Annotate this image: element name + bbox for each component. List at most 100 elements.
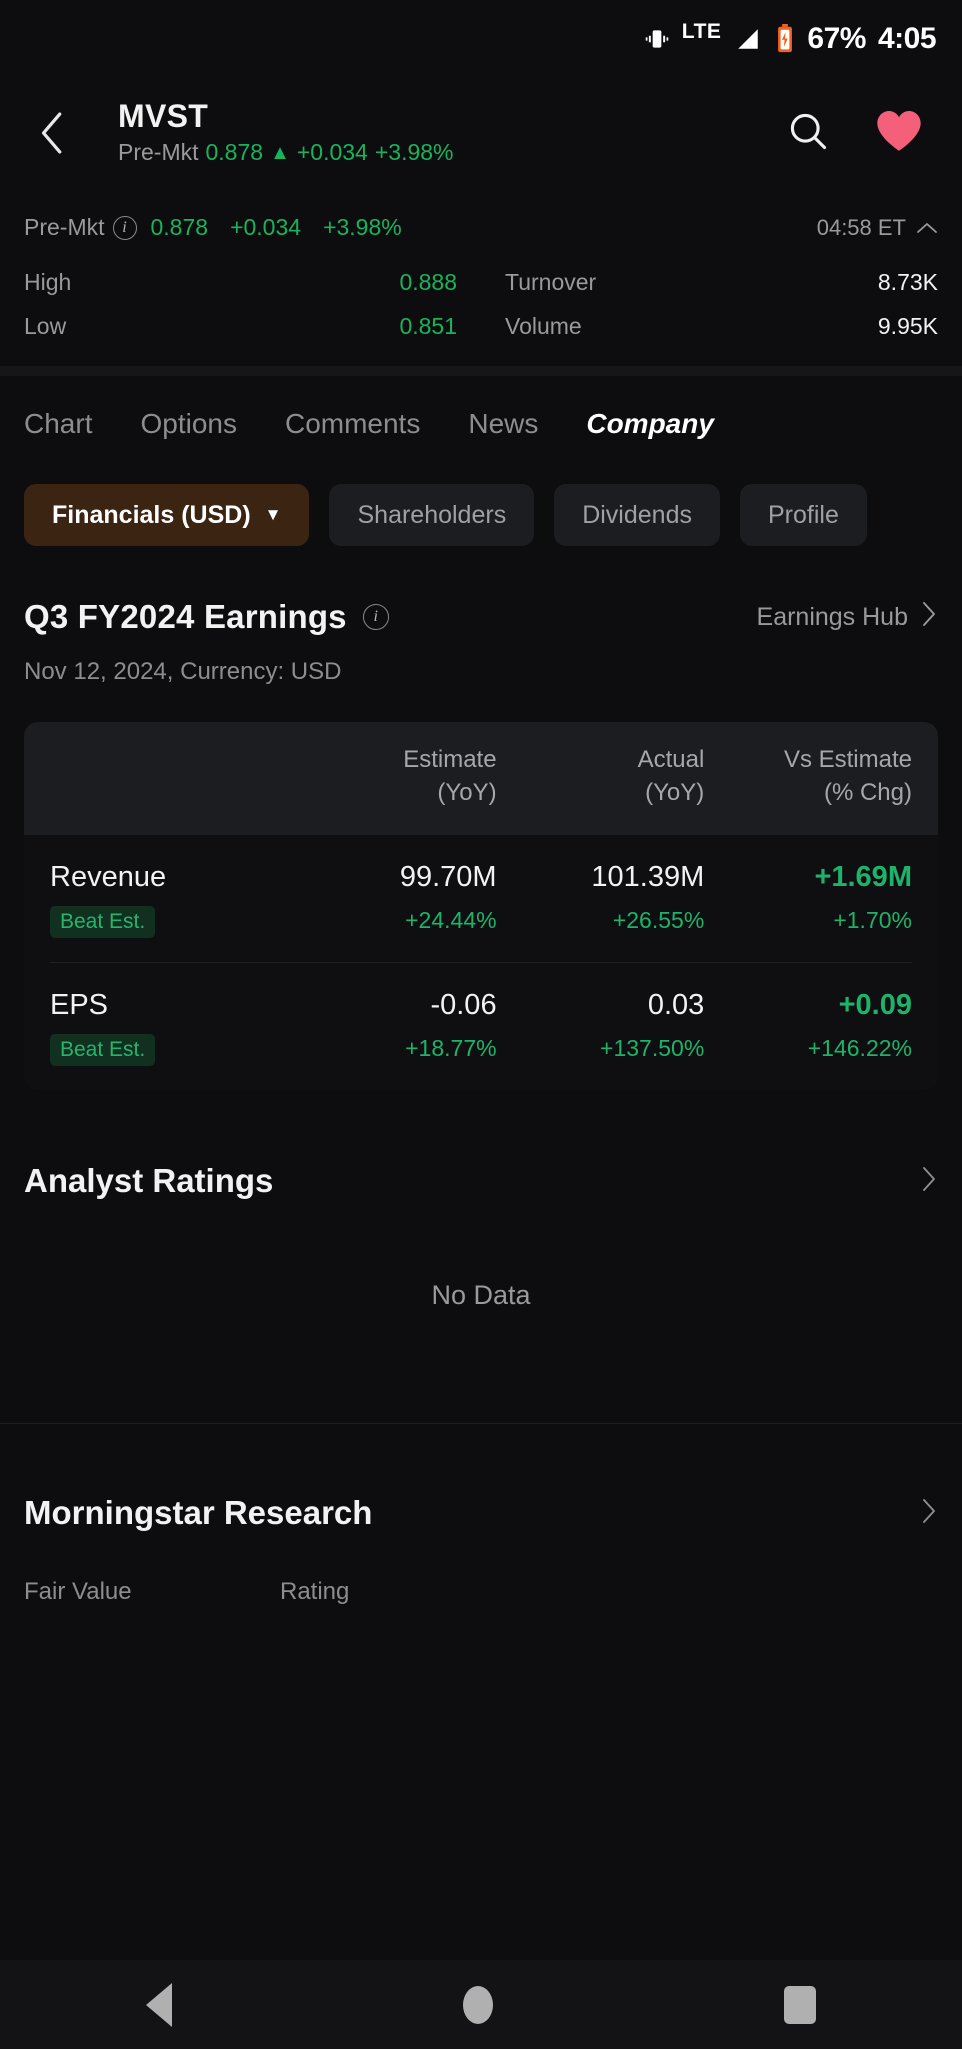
square-recents-icon[interactable] [784,1985,817,2024]
quote-detail-panel: Pre-Mkt i 0.878 +0.034 +3.98% 04:58 ET H… [0,188,962,366]
morningstar-section: Morningstar Research Fair Value Rating [0,1494,962,1606]
analyst-ratings-header[interactable]: Analyst Ratings [0,1162,962,1200]
header-price: 0.878 [205,138,264,165]
table-row-main: Revenue 99.70M 101.39M +1.69M [50,861,912,894]
col-vs-estimate: Vs Estimate (% Chg) [704,744,912,809]
stat-row: High 0.888 Turnover 8.73K [24,261,938,305]
tab-chart[interactable]: Chart [24,408,92,454]
analyst-ratings-title: Analyst Ratings [24,1162,274,1200]
info-icon[interactable]: i [362,604,389,631]
up-arrow-icon: ▲ [270,141,290,164]
info-icon[interactable]: i [112,215,137,240]
earnings-header: Q3 FY2024 Earnings i Earnings Hub [24,598,938,636]
tab-comments[interactable]: Comments [285,408,420,454]
section-divider [0,1423,962,1425]
app-header: MVST Pre-Mkt 0.878 ▲ +0.034 +3.98% [0,78,962,188]
chevron-right-icon [920,600,938,635]
battery-percent-label: 67% [807,22,866,55]
quote-timestamp: 04:58 ET [816,214,906,240]
row-vs-estimate-value: +1.69M [814,861,912,894]
app-screen: LTE 67% 4:05 MVST Pre-Mkt 0.878 ▲ +0.034… [0,0,962,2049]
chevron-up-icon[interactable] [916,215,938,241]
row-actual-value: 0.03 [647,989,705,1022]
earnings-date-line: Nov 12, 2024, Currency: USD [24,658,342,686]
col-actual-line2: (YoY) [645,778,705,806]
row-vs-estimate-pct: +146.22% [807,1035,912,1062]
col-estimate-line2: (YoY) [437,778,497,806]
stat-low: Low 0.851 [24,305,481,349]
col-vs-estimate-line2: (% Chg) [823,778,912,806]
chevron-right-icon[interactable] [920,1496,938,1531]
col-actual: Actual (YoY) [497,744,705,809]
android-nav-bar [0,1960,962,2049]
morningstar-header[interactable]: Morningstar Research [0,1494,962,1532]
row-actual-yoy: +137.50% [600,1035,705,1062]
clock-label: 4:05 [877,22,937,55]
stat-high-value: 0.888 [399,269,457,295]
vibrate-icon [644,26,670,52]
stat-low-label: Low [24,312,67,339]
header-quote-block: MVST Pre-Mkt 0.878 ▲ +0.034 +3.98% [92,98,776,168]
back-button[interactable] [24,104,82,162]
premarket-price: 0.878 [150,214,209,240]
earnings-table-body: Revenue 99.70M 101.39M +1.69M Beat Est. … [24,835,938,1090]
chip-shareholders[interactable]: Shareholders [329,484,535,547]
rating-label: Rating [280,1578,350,1606]
earnings-section: Q3 FY2024 Earnings i Earnings Hub Nov 12… [0,546,962,1091]
stat-turnover: Turnover 8.73K [481,261,938,305]
table-row-main: EPS -0.06 0.03 +0.09 [50,989,912,1022]
stat-low-value: 0.851 [399,312,457,339]
chip-profile[interactable]: Profile [739,484,867,547]
premarket-row[interactable]: Pre-Mkt i 0.878 +0.034 +3.98% 04:58 ET [24,214,938,241]
section-divider [0,366,962,377]
quote-timestamp-group[interactable]: 04:58 ET [817,215,938,241]
earnings-table: Estimate (YoY) Actual (YoY) Vs Estimate … [24,722,938,1091]
stat-turnover-value: 8.73K [877,269,938,295]
row-actual-yoy: +26.55% [612,907,705,934]
chevron-right-icon[interactable] [920,1164,938,1199]
fair-value-label: Fair Value [24,1578,132,1606]
quote-stats: High 0.888 Turnover 8.73K Low 0.851 Volu… [24,261,938,348]
col-estimate: Estimate (YoY) [289,744,497,809]
earnings-hub-link[interactable]: Earnings Hub [757,600,938,635]
search-icon[interactable] [786,109,830,158]
premarket-change-percent: +3.98% [323,214,402,240]
tab-company[interactable]: Company [586,408,714,454]
tab-options[interactable]: Options [140,408,237,454]
header-change-percent: +3.98% [374,138,454,165]
status-badge: Beat Est. [50,906,156,939]
col-metric [50,744,289,809]
chip-dividends[interactable]: Dividends [554,484,720,547]
table-row: EPS -0.06 0.03 +0.09 Beat Est. +18.77% +… [50,963,912,1090]
row-estimate-value: -0.06 [430,989,497,1022]
header-change: +0.034 [296,138,368,165]
ticker-symbol: MVST [118,98,209,135]
row-metric-label: Revenue [50,861,167,894]
battery-icon [775,24,795,54]
stat-turnover-label: Turnover [505,269,597,295]
earnings-title: Q3 FY2024 Earnings [24,598,347,636]
company-subtabs: Financials (USD) ▼ Shareholders Dividend… [0,454,962,547]
header-session-label: Pre-Mkt [118,138,199,165]
col-actual-line1: Actual [637,746,705,774]
header-quote-line: Pre-Mkt 0.878 ▲ +0.034 +3.98% [118,138,776,168]
tab-news[interactable]: News [468,408,538,454]
morningstar-title: Morningstar Research [24,1494,373,1532]
heart-icon[interactable] [874,108,924,159]
stat-high: High 0.888 [24,261,481,305]
network-type-label: LTE [681,20,722,43]
circle-home-icon[interactable] [462,1985,493,2024]
stat-volume-label: Volume [505,312,582,339]
table-row: Revenue 99.70M 101.39M +1.69M Beat Est. … [50,835,912,964]
premarket-change: +0.034 [230,214,302,240]
table-row-sub: Beat Est. +18.77% +137.50% +146.22% [50,1034,912,1067]
chevron-down-icon: ▼ [264,505,282,525]
row-estimate-yoy: +24.44% [405,907,497,934]
triangle-back-icon[interactable] [145,1982,172,2027]
morningstar-labels-row: Fair Value Rating [0,1578,962,1606]
col-vs-estimate-line1: Vs Estimate [783,746,912,774]
chip-financials[interactable]: Financials (USD) ▼ [24,484,310,547]
col-estimate-line1: Estimate [403,746,497,774]
status-badge: Beat Est. [50,1034,156,1067]
row-vs-estimate-pct: +1.70% [833,907,912,934]
